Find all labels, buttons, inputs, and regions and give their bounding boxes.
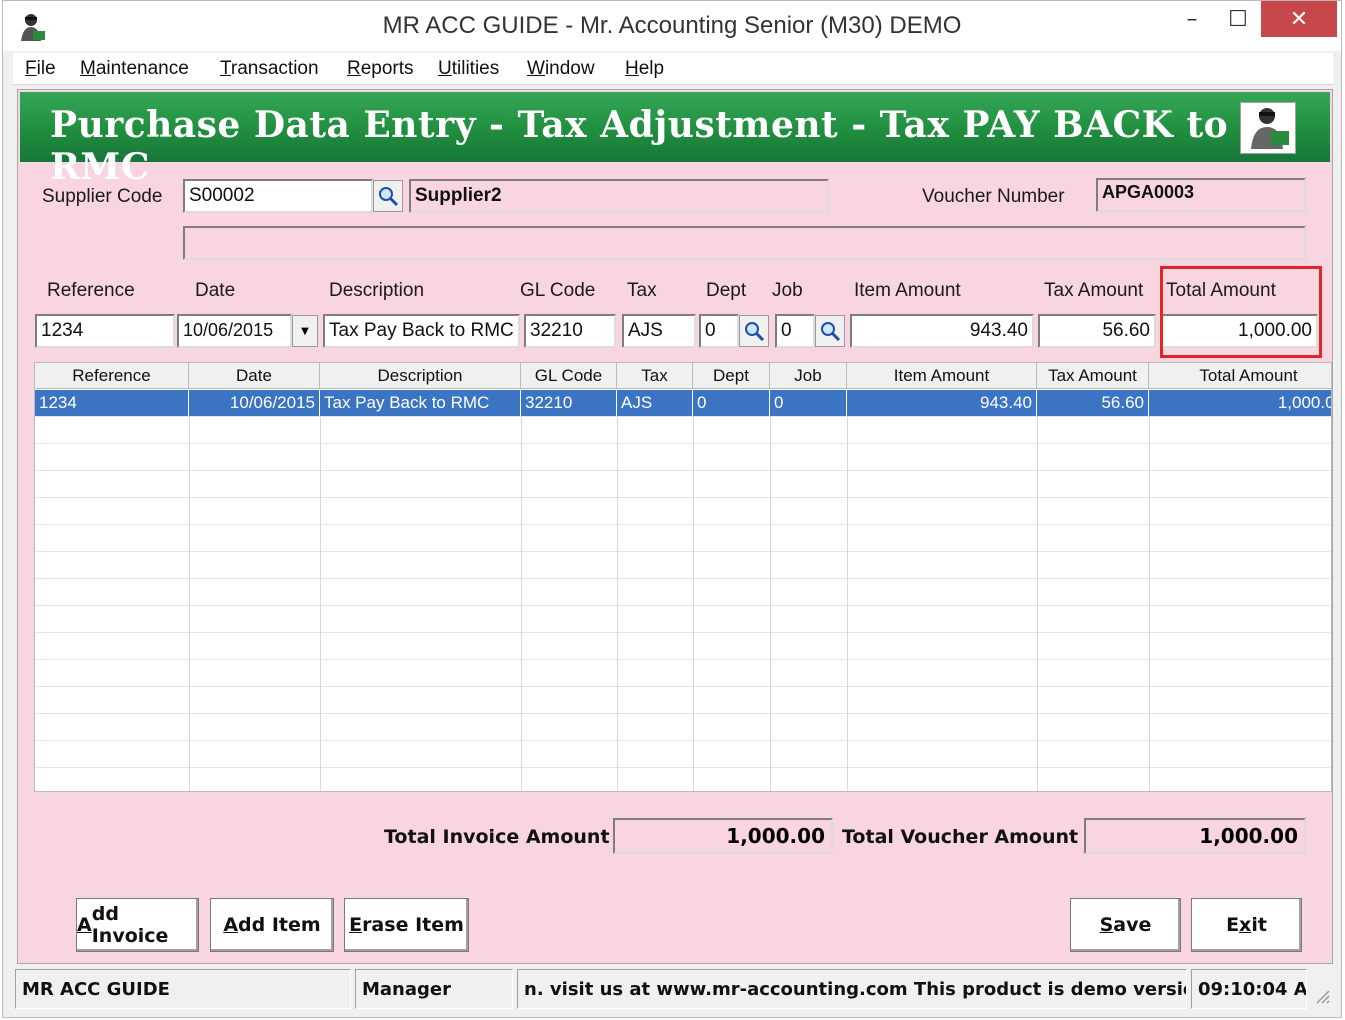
reference-input[interactable]: 1234 xyxy=(35,314,175,348)
date-label: Date xyxy=(195,280,236,301)
status-time: 09:10:04 AI xyxy=(1191,969,1307,1009)
menu-reports[interactable]: Reports xyxy=(347,58,414,80)
supplier-code-input[interactable]: S00002 xyxy=(183,179,373,213)
grid-header-description[interactable]: Description xyxy=(320,363,521,389)
erase-item-button[interactable]: Erase Item xyxy=(344,898,469,952)
form-banner: Purchase Data Entry - Tax Adjustment - T… xyxy=(20,92,1330,188)
date-dropdown-icon[interactable]: ▼ xyxy=(292,315,318,347)
grid-header-job[interactable]: Job xyxy=(770,363,847,389)
grid-header-date[interactable]: Date xyxy=(189,363,320,389)
supplier-name-field: Supplier2 xyxy=(409,179,829,213)
cell-description: Tax Pay Back to RMC xyxy=(320,390,521,416)
cell-gl-code: 32210 xyxy=(521,390,617,416)
reference-label: Reference xyxy=(47,280,135,301)
grid-header-total-amount[interactable]: Total Amount xyxy=(1149,363,1331,389)
total-amount-highlight xyxy=(1160,266,1322,358)
job-search-icon[interactable] xyxy=(815,315,845,347)
cell-tax-amount: 56.60 xyxy=(1037,390,1149,416)
total-voucher-label: Total Voucher Amount : xyxy=(842,826,1093,848)
dept-search-icon[interactable] xyxy=(739,315,769,347)
window-title: MR ACC GUIDE - Mr. Accounting Senior (M3… xyxy=(382,12,962,39)
status-bar: MR ACC GUIDE Manager n. visit us at www.… xyxy=(13,967,1333,1011)
gl-code-label: GL Code xyxy=(520,280,596,301)
description-label: Description xyxy=(329,280,425,301)
app-window: MR ACC GUIDE - Mr. Accounting Senior (M3… xyxy=(2,0,1342,1018)
tax-amount-label: Tax Amount xyxy=(1044,280,1144,301)
menu-utilities[interactable]: Utilities xyxy=(438,58,499,80)
status-company: MR ACC GUIDE xyxy=(15,969,351,1009)
add-invoice-button[interactable]: Add Invoice xyxy=(76,898,199,952)
supplier-search-icon[interactable] xyxy=(373,180,403,212)
total-voucher-amount: 1,000.00 xyxy=(1084,818,1306,854)
tax-label: Tax xyxy=(627,280,657,301)
form-title: Purchase Data Entry - Tax Adjustment - T… xyxy=(50,104,1229,188)
cell-dept: 0 xyxy=(693,390,770,416)
item-amount-label: Item Amount xyxy=(854,280,961,301)
cell-reference: 1234 xyxy=(35,390,189,416)
grid-header-item-amount[interactable]: Item Amount xyxy=(847,363,1037,389)
cell-tax: AJS xyxy=(617,390,693,416)
menu-transaction[interactable]: Transaction xyxy=(220,58,319,80)
menu-file[interactable]: File xyxy=(25,58,56,80)
accountant-icon xyxy=(1240,102,1296,154)
tax-input[interactable]: AJS xyxy=(622,314,696,348)
tax-amount-input[interactable]: 56.60 xyxy=(1038,314,1156,348)
grid-header-dept[interactable]: Dept xyxy=(693,363,770,389)
dept-input[interactable]: 0 xyxy=(699,314,739,348)
job-label: Job xyxy=(772,280,803,301)
description-input[interactable]: Tax Pay Back to RMC xyxy=(323,314,520,348)
title-bar: MR ACC GUIDE - Mr. Accounting Senior (M3… xyxy=(3,1,1341,51)
menu-help[interactable]: Help xyxy=(625,58,664,80)
total-invoice-amount: 1,000.00 xyxy=(613,818,833,854)
cell-date: 10/06/2015 xyxy=(189,390,320,416)
exit-button[interactable]: Ex it xyxy=(1191,898,1302,952)
total-invoice-label: Total Invoice Amount : xyxy=(384,826,624,848)
cell-total-amount: 1,000.00 xyxy=(1149,390,1331,416)
cell-job: 0 xyxy=(770,390,847,416)
date-input[interactable]: 10/06/2015 xyxy=(177,314,292,348)
table-row[interactable]: 1234 10/06/2015 Tax Pay Back to RMC 3221… xyxy=(35,390,1331,417)
voucher-number-field: APGA0003 xyxy=(1096,178,1306,212)
grid-header-tax[interactable]: Tax xyxy=(617,363,693,389)
items-grid: Reference Date Description GL Code Tax D… xyxy=(34,362,1332,792)
supplier-code-label: Supplier Code xyxy=(42,186,163,207)
supplier-address-field xyxy=(183,226,1306,260)
status-user: Manager xyxy=(355,969,513,1009)
add-item-button[interactable]: Add Item xyxy=(210,898,334,952)
gl-code-input[interactable]: 32210 xyxy=(524,314,616,348)
grid-header: Reference Date Description GL Code Tax D… xyxy=(35,363,1331,389)
grid-header-reference[interactable]: Reference xyxy=(35,363,189,389)
status-message: n. visit us at www.mr-accounting.com Thi… xyxy=(517,969,1187,1009)
voucher-number-label: Voucher Number xyxy=(922,186,1065,207)
cell-item-amount: 943.40 xyxy=(847,390,1037,416)
item-amount-input[interactable]: 943.40 xyxy=(850,314,1034,348)
close-button[interactable]: ✕ xyxy=(1261,1,1337,37)
empty-rows xyxy=(35,417,1331,791)
grid-header-gl-code[interactable]: GL Code xyxy=(521,363,617,389)
job-input[interactable]: 0 xyxy=(775,314,815,348)
save-button[interactable]: Save xyxy=(1070,898,1181,952)
menu-window[interactable]: Window xyxy=(527,58,595,80)
grid-header-tax-amount[interactable]: Tax Amount xyxy=(1037,363,1149,389)
resize-grip-icon[interactable] xyxy=(1311,985,1331,1005)
menu-maintenance[interactable]: Maintenance xyxy=(80,58,189,80)
purchase-entry-form: Purchase Data Entry - Tax Adjustment - T… xyxy=(17,89,1333,964)
maximize-button[interactable]: ☐ xyxy=(1215,1,1261,37)
minimize-button[interactable]: – xyxy=(1169,1,1215,37)
menu-bar: File Maintenance Transaction Reports Uti… xyxy=(13,53,1333,85)
dept-label: Dept xyxy=(706,280,747,301)
